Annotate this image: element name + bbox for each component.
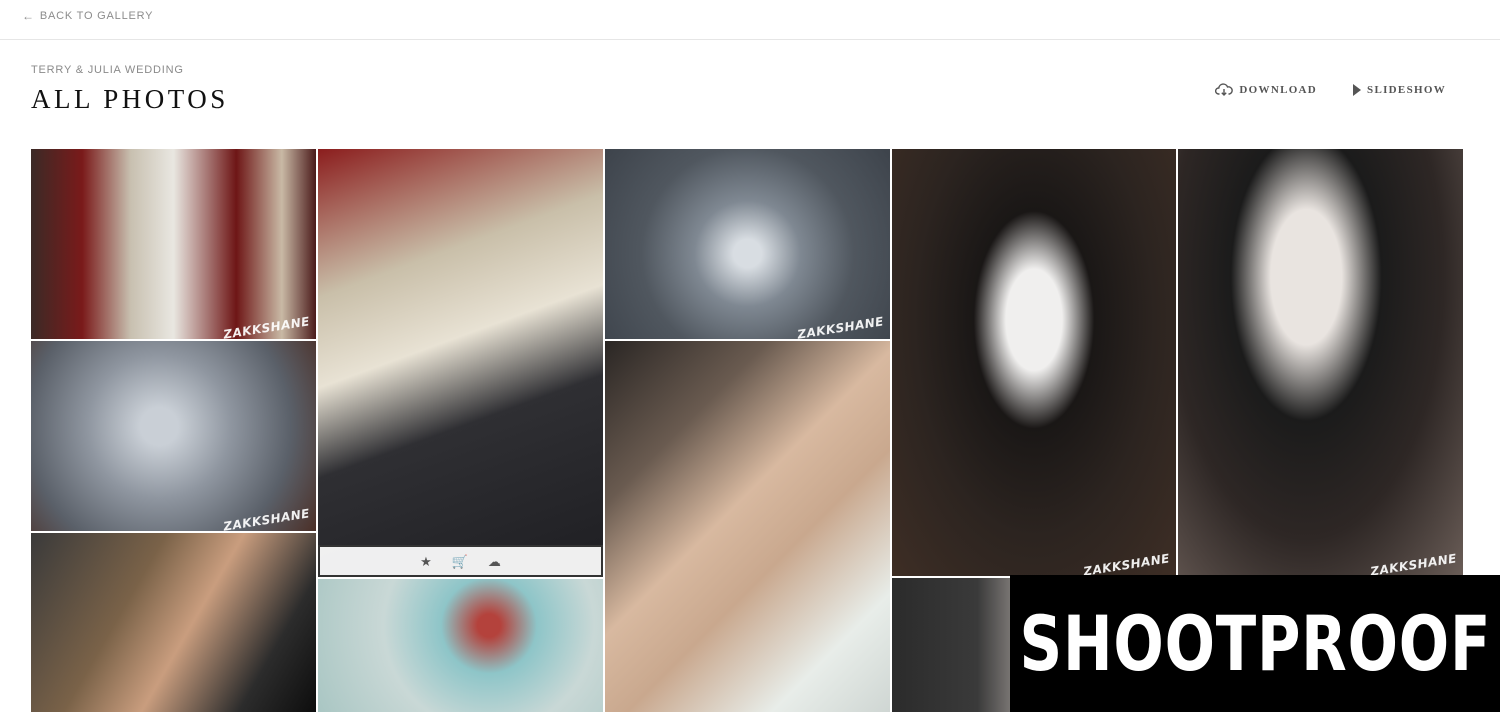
- top-bar: ← BACK TO GALLERY: [0, 0, 1500, 40]
- download-button[interactable]: DOWNLOAD: [1215, 83, 1317, 96]
- slideshow-button[interactable]: SLIDESHOW: [1353, 83, 1446, 96]
- photo-thumbnail[interactable]: [318, 579, 603, 712]
- photo-thumbnail[interactable]: ZAKKSHANE: [31, 341, 316, 531]
- photo-watermark: ZAKKSHANE: [1082, 551, 1171, 576]
- back-to-gallery-link[interactable]: ← BACK TO GALLERY: [22, 10, 153, 22]
- brand-text: SHOOTPROOF: [1019, 599, 1491, 688]
- photo-thumbnail[interactable]: ZAKKSHANE: [1178, 149, 1463, 576]
- photo-watermark: ZAKKSHANE: [1369, 551, 1458, 576]
- page-title: ALL PHOTOS: [31, 84, 229, 114]
- brand-watermark-banner: SHOOTPROOF: [1010, 575, 1500, 712]
- photo-watermark: ZAKKSHANE: [222, 506, 311, 531]
- photo-hover-actions: ★ 🛒 ☁: [318, 545, 603, 577]
- photo-thumbnail[interactable]: [31, 533, 316, 712]
- download-label: DOWNLOAD: [1239, 83, 1318, 96]
- photo-thumbnail[interactable]: ZAKKSHANE: [31, 149, 316, 339]
- arrow-left-icon: ←: [22, 9, 35, 23]
- cart-icon[interactable]: 🛒: [452, 555, 468, 568]
- photo-watermark: ZAKKSHANE: [796, 314, 885, 339]
- cloud-download-icon[interactable]: ☁: [488, 555, 501, 568]
- photo-thumbnail[interactable]: [318, 149, 603, 577]
- favorite-star-icon[interactable]: ★: [420, 555, 432, 568]
- photo-thumbnail[interactable]: [605, 341, 890, 712]
- photo-thumbnail[interactable]: ZAKKSHANE: [892, 149, 1176, 576]
- play-icon: [1353, 83, 1362, 96]
- header-actions: DOWNLOAD SLIDESHOW: [1215, 83, 1446, 96]
- slideshow-label: SLIDESHOW: [1367, 83, 1446, 96]
- gallery-subtitle: TERRY & JULIA WEDDING: [31, 64, 184, 76]
- photo-watermark: ZAKKSHANE: [222, 314, 311, 339]
- back-to-gallery-label: BACK TO GALLERY: [39, 10, 154, 22]
- cloud-download-icon: [1215, 83, 1234, 96]
- photo-thumbnail[interactable]: ZAKKSHANE: [605, 149, 890, 339]
